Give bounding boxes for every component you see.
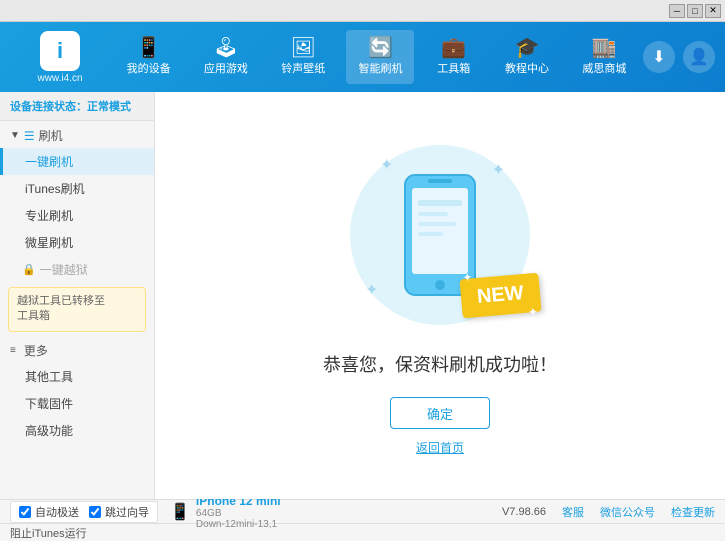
- info-box: 越狱工具已转移至工具箱: [8, 287, 146, 332]
- itunes-status-text: 阻止iTunes运行: [10, 525, 87, 541]
- recovery-flash-label: 微星刷机: [25, 236, 73, 250]
- window-controls[interactable]: ─ □ ✕: [669, 4, 721, 18]
- sidebar-item-advanced[interactable]: 高级功能: [0, 417, 154, 444]
- info-text: 越狱工具已转移至工具箱: [17, 295, 105, 322]
- bottom-right: V7.98.66 客服 微信公众号 检查更新: [502, 504, 715, 520]
- nav-item-smart-flash[interactable]: 🔄 智能刷机: [346, 30, 414, 84]
- header-actions: ⬇ 👤: [643, 41, 715, 73]
- more-section-label: 更多: [24, 342, 48, 359]
- nav-item-store[interactable]: 🏬 威思商城: [570, 30, 638, 84]
- auto-send-checkbox[interactable]: 自动极送: [19, 504, 79, 520]
- close-button[interactable]: ✕: [705, 4, 721, 18]
- auto-send-label: 自动极送: [35, 504, 79, 520]
- bottom-bar: 自动极送 跳过向导 📱 iPhone 12 mini 64GB Down-12m…: [0, 499, 725, 523]
- flash-icon: 🔄: [368, 38, 393, 58]
- flash-section-icon: ☰: [24, 129, 35, 143]
- success-text: 恭喜您，保资料刷机成功啦！: [323, 351, 557, 377]
- wechat-official-link[interactable]: 微信公众号: [600, 504, 655, 520]
- logo-icon: i: [40, 31, 80, 71]
- minimize-button[interactable]: ─: [669, 4, 685, 18]
- pro-flash-label: 专业刷机: [25, 209, 73, 223]
- header: i www.i4.cn 📱 我的设备 🕹 应用游戏 🖼 铃声壁纸 🔄 智能刷机 …: [0, 22, 725, 92]
- user-button[interactable]: 👤: [683, 41, 715, 73]
- skip-wizard-label: 跳过向导: [105, 504, 149, 520]
- back-link[interactable]: 返回首页: [416, 439, 464, 456]
- device-icon: 📱: [170, 502, 190, 522]
- nav-item-apps-games[interactable]: 🕹 应用游戏: [192, 30, 260, 84]
- sparkle-icon-1: ✦: [380, 155, 393, 175]
- nav-label-apps-games: 应用游戏: [204, 60, 248, 76]
- nav-label-store: 威思商城: [582, 60, 626, 76]
- sidebar-item-one-click-flash[interactable]: 一键刷机: [0, 148, 154, 175]
- sidebar-item-download-firmware[interactable]: 下载固件: [0, 390, 154, 417]
- sidebar-section-flash[interactable]: ▼ ☰ 刷机: [0, 121, 154, 148]
- phone-icon: 📱: [136, 38, 161, 58]
- download-button[interactable]: ⬇: [643, 41, 675, 73]
- nav-item-my-device[interactable]: 📱 我的设备: [115, 30, 183, 84]
- skip-wizard-checkbox[interactable]: 跳过向导: [89, 504, 149, 520]
- device-storage: 64GB: [196, 508, 281, 519]
- title-bar: ─ □ ✕: [0, 0, 725, 22]
- one-click-flash-label: 一键刷机: [25, 155, 73, 169]
- more-arrow-icon: ≡: [10, 345, 16, 356]
- sidebar-item-recovery-flash[interactable]: 微星刷机: [0, 229, 154, 256]
- sidebar-item-itunes-flash[interactable]: iTunes刷机: [0, 175, 154, 202]
- ringtone-icon: 🖼: [291, 38, 316, 58]
- check-update-link[interactable]: 检查更新: [671, 504, 715, 520]
- nav-label-smart-flash: 智能刷机: [358, 60, 402, 76]
- sidebar-section-more[interactable]: ≡ 更多: [0, 336, 154, 363]
- lock-icon: 🔒: [22, 263, 36, 276]
- nav-item-ringtone[interactable]: 🖼 铃声壁纸: [269, 30, 337, 84]
- new-badge: NEW: [460, 273, 542, 319]
- logo-area: i www.i4.cn: [10, 31, 110, 84]
- confirm-button[interactable]: 确定: [390, 397, 490, 429]
- status-value: 正常模式: [87, 101, 131, 113]
- logo-subtitle: www.i4.cn: [37, 73, 82, 84]
- connection-status: 设备连接状态：正常模式: [0, 92, 154, 121]
- phone-illustration: ✦ ✦ ✦ NEW: [330, 135, 550, 335]
- nav-bar: 📱 我的设备 🕹 应用游戏 🖼 铃声壁纸 🔄 智能刷机 💼 工具箱 🎓 教程中心…: [110, 22, 643, 92]
- arrow-icon: ▼: [10, 130, 20, 141]
- content-area: ✦ ✦ ✦ NEW 恭喜您，保资料刷机成功啦！: [155, 92, 725, 499]
- download-firmware-label: 下载固件: [25, 397, 73, 411]
- nav-item-toolbox[interactable]: 💼 工具箱: [424, 30, 484, 84]
- locked-label: 一键越狱: [40, 261, 88, 278]
- advanced-label: 高级功能: [25, 424, 73, 438]
- store-icon: 🏬: [592, 38, 617, 58]
- sidebar-item-pro-flash[interactable]: 专业刷机: [0, 202, 154, 229]
- version-text: V7.98.66: [502, 506, 546, 518]
- nav-label-my-device: 我的设备: [127, 60, 171, 76]
- status-label: 设备连接状态：: [10, 101, 87, 113]
- sidebar: 设备连接状态：正常模式 ▼ ☰ 刷机 一键刷机 iTunes刷机 专业刷机 微星…: [0, 92, 155, 499]
- maximize-button[interactable]: □: [687, 4, 703, 18]
- sparkle-icon-3: ✦: [365, 280, 378, 300]
- flash-section-label: 刷机: [39, 127, 63, 144]
- itunes-flash-label: iTunes刷机: [25, 182, 85, 196]
- nav-item-tutorial[interactable]: 🎓 教程中心: [493, 30, 561, 84]
- nav-label-toolbox: 工具箱: [437, 60, 470, 76]
- games-icon: 🕹: [213, 38, 238, 58]
- sidebar-item-other-tools[interactable]: 其他工具: [0, 363, 154, 390]
- nav-label-ringtone: 铃声壁纸: [281, 60, 325, 76]
- sparkle-icon-2: ✦: [492, 160, 505, 180]
- other-tools-label: 其他工具: [25, 370, 73, 384]
- device-ios: Down-12mini-13,1: [196, 519, 281, 530]
- skip-wizard-input[interactable]: [89, 506, 101, 518]
- auto-send-input[interactable]: [19, 506, 31, 518]
- nav-label-tutorial: 教程中心: [505, 60, 549, 76]
- main-area: 设备连接状态：正常模式 ▼ ☰ 刷机 一键刷机 iTunes刷机 专业刷机 微星…: [0, 92, 725, 499]
- customer-service-link[interactable]: 客服: [562, 504, 584, 520]
- toolbox-icon: 💼: [441, 38, 466, 58]
- sidebar-locked-section: 🔒 一键越狱: [0, 256, 154, 283]
- tutorial-icon: 🎓: [515, 38, 540, 58]
